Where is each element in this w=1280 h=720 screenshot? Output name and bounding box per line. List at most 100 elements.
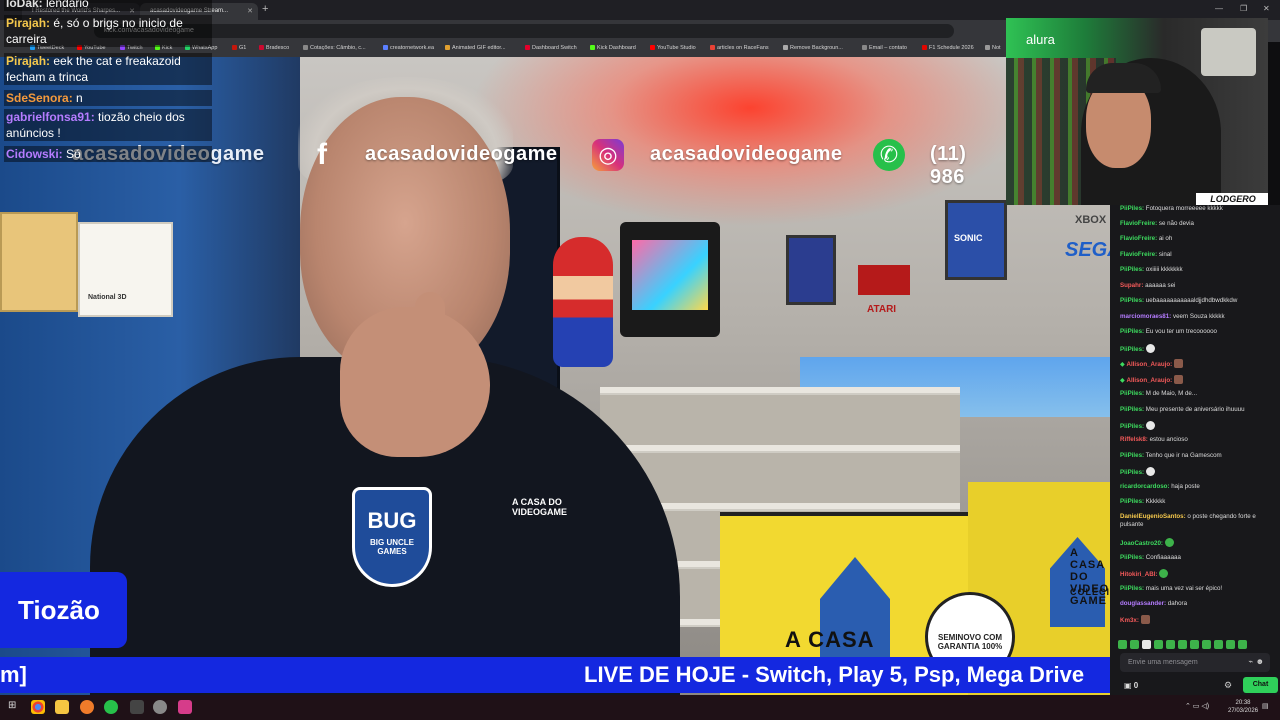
name-banner-label: Tiozão <box>18 595 100 625</box>
tray-icons[interactable]: ⌃ ▭ ◁) <box>1185 702 1209 710</box>
chat-username[interactable]: douglassander: <box>1120 600 1166 607</box>
chat-username[interactable]: Allison_Araujo: <box>1126 377 1172 384</box>
url-field[interactable]: kick.com/acasadovideogame <box>94 24 954 38</box>
chat-message: FlavioFreire: se não devia <box>1120 220 1275 228</box>
bookmark-item[interactable]: Bradesco <box>259 45 289 51</box>
chat-username[interactable]: PiiPiles: <box>1120 328 1144 335</box>
chat-username[interactable]: JoaoCastro20: <box>1120 540 1163 547</box>
chat-username[interactable]: marciomoraes81: <box>1120 313 1171 320</box>
bookmark-item[interactable]: G1 <box>232 45 246 51</box>
chat-message: PiiPiles: Eu vou ter um trecoooooo <box>1120 328 1275 336</box>
chat-text: sinal <box>1157 251 1172 258</box>
chat-username[interactable]: Hitokiri_ABI: <box>1120 571 1157 578</box>
app-icon[interactable] <box>80 700 94 714</box>
bookmark-label: YouTube Studio <box>657 45 696 51</box>
bookmark-icon <box>710 45 715 50</box>
emote-icon[interactable] <box>1202 640 1211 649</box>
chat-points[interactable]: ▣ 0 <box>1124 681 1138 690</box>
bookmark-item[interactable]: Not <box>985 45 1001 51</box>
chat-username[interactable]: PiiPiles: <box>1120 297 1144 304</box>
close-icon[interactable]: ✕ <box>247 7 253 15</box>
chat-username[interactable]: Riffelsk8: <box>1120 436 1148 443</box>
chat-username[interactable]: PiiPiles: <box>1120 266 1144 273</box>
maximize-icon[interactable]: ❐ <box>1240 4 1247 13</box>
chat-send-button[interactable]: Chat <box>1243 677 1278 693</box>
new-tab-icon[interactable]: + <box>262 3 268 15</box>
chat-input[interactable]: Envie uma mensagem ⌁ ☻ <box>1120 653 1270 672</box>
chat-message: ricardorcardoso: haja poste <box>1120 483 1275 491</box>
chat-username[interactable]: FlavioFreire: <box>1120 251 1157 258</box>
bookmark-item[interactable]: Animated GIF editor... <box>445 45 506 51</box>
bookmark-item[interactable]: Cotações: Câmbio, c... <box>303 45 366 51</box>
emote-icon[interactable] <box>1190 640 1199 649</box>
chat-username[interactable]: FlavioFreire: <box>1120 235 1157 242</box>
chat-message: FlavioFreire: ai oh <box>1120 235 1275 243</box>
bookmark-item[interactable]: Kick Dashboard <box>590 45 636 51</box>
chat-username[interactable]: PiiPiles: <box>1120 346 1144 353</box>
whatsapp-icon[interactable] <box>104 700 118 714</box>
app-icon[interactable] <box>178 700 192 714</box>
chat-username[interactable]: PiiPiles: <box>1120 452 1144 459</box>
chat-username[interactable]: PiiPiles: <box>1120 390 1144 397</box>
minimize-icon[interactable]: — <box>1215 4 1223 13</box>
emote-row[interactable] <box>1118 636 1274 649</box>
chat-username[interactable]: PiiPiles: <box>1120 469 1144 476</box>
emote-icon[interactable] <box>1154 640 1163 649</box>
scene-box <box>0 212 78 312</box>
overlay-chat-text: Só <box>66 147 81 161</box>
chat-username[interactable]: ricardorcardoso: <box>1120 483 1170 490</box>
chat-input-tools[interactable]: ⌁ ☻ <box>1249 657 1264 666</box>
chat-username[interactable]: Km3x: <box>1120 617 1139 624</box>
chat-username[interactable]: PiiPiles: <box>1120 498 1144 505</box>
chat-username[interactable]: PiiPiles: <box>1120 423 1144 430</box>
chat-text: ai oh <box>1157 235 1173 242</box>
gear-icon[interactable]: ⚙ <box>1224 680 1232 691</box>
chat-username[interactable]: Supahr: <box>1120 282 1143 289</box>
shirt-logo: BUG BIG UNCLE GAMES <box>352 487 432 587</box>
bookmark-item[interactable]: creatornetwork.ea <box>383 45 434 51</box>
scene-box-national3d: National 3D <box>78 222 173 317</box>
emote-icon[interactable] <box>1226 640 1235 649</box>
bookmark-item[interactable]: F1 Schedule 2026 <box>922 45 974 51</box>
windows-start-icon[interactable]: ⊞ <box>8 700 22 714</box>
app-icon[interactable] <box>130 700 144 714</box>
emote-icon[interactable] <box>1178 640 1187 649</box>
emote-icon[interactable] <box>1166 640 1175 649</box>
chat-text: uebaaaaaaaaaaaldjjdhdbwdkkdw <box>1144 297 1238 304</box>
emote-icon[interactable] <box>1142 640 1151 649</box>
overlay-chat-user: IoDak: <box>6 0 47 10</box>
chat-text: mais uma vez vai ser épico! <box>1144 585 1223 592</box>
chat-username[interactable]: PiiPiles: <box>1120 554 1144 561</box>
chat-text: se não devia <box>1157 220 1194 227</box>
chat-username[interactable]: FlavioFreire: <box>1120 220 1157 227</box>
window-close-icon[interactable]: ✕ <box>1263 4 1270 13</box>
file-explorer-icon[interactable] <box>55 700 69 714</box>
notification-icon[interactable]: ▤ <box>1262 702 1269 710</box>
chat-message: PiiPiles: M de Maio, M de... <box>1120 390 1275 398</box>
chat-username[interactable]: PiiPiles: <box>1120 406 1144 413</box>
obs-icon[interactable] <box>153 700 167 714</box>
bookmark-item[interactable]: Dashboard Switch <box>525 45 577 51</box>
bookmark-item[interactable]: articles on RaceFans <box>710 45 769 51</box>
overlay-chat-line: gabrielfonsa91: tiozão cheio dos anúncio… <box>4 109 212 141</box>
emote-icon <box>1159 569 1169 578</box>
scene-tv <box>620 222 720 337</box>
bookmark-item[interactable]: Email – contato <box>862 45 907 51</box>
chrome-icon[interactable] <box>31 700 45 714</box>
chat-username[interactable]: PiiPiles: <box>1120 585 1144 592</box>
chat-username[interactable]: PiiPiles: <box>1120 205 1144 212</box>
webcam-bg-text: alura <box>1026 32 1055 47</box>
emote-icon[interactable] <box>1118 640 1127 649</box>
chat-username[interactable]: Allison_Araujo: <box>1126 361 1172 368</box>
emote-icon[interactable] <box>1214 640 1223 649</box>
scene-poster <box>786 235 836 305</box>
clock[interactable]: 20:38 27/03/2026 <box>1228 699 1258 715</box>
emote-icon[interactable] <box>1238 640 1247 649</box>
bookmark-label: G1 <box>239 45 247 51</box>
bookmark-item[interactable]: YouTube Studio <box>650 45 696 51</box>
chat-username[interactable]: DanielEugenioSantos: <box>1120 513 1186 520</box>
webcam-monitor <box>1201 28 1256 76</box>
bookmark-label: creatornetwork.ea <box>390 45 435 51</box>
emote-icon[interactable] <box>1130 640 1139 649</box>
bookmark-item[interactable]: Remove Backgroun... <box>783 45 843 51</box>
